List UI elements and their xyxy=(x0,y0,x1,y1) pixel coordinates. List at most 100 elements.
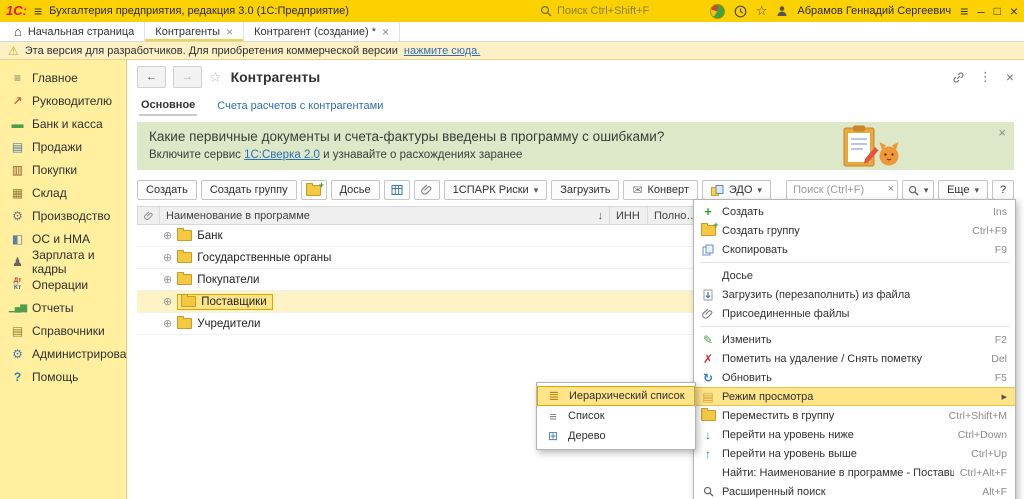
tab-counterparty-new[interactable]: Контрагент (создание) * xyxy=(244,22,400,41)
bank-icon xyxy=(10,116,25,131)
menu-item-move-to-group[interactable]: Переместить в группуCtrl+Shift+M xyxy=(694,406,1015,425)
close-promo-icon[interactable] xyxy=(998,125,1006,140)
dropdown-caret-icon xyxy=(924,184,929,196)
envelope-icon xyxy=(632,183,642,197)
sidebar-item-purchases[interactable]: Покупки xyxy=(0,158,126,181)
submenu-item-list[interactable]: Список xyxy=(537,406,695,426)
nav-link-settlement-accounts[interactable]: Счета расчетов с контрагентами xyxy=(217,100,383,112)
attachment-column-header[interactable] xyxy=(138,207,160,224)
menu-item-load-from-file[interactable]: Загрузить (перезаполнить) из файла xyxy=(694,285,1015,304)
expand-icon[interactable] xyxy=(163,273,172,286)
tab-counterparties[interactable]: Контрагенты xyxy=(145,22,244,41)
close-tab-icon[interactable] xyxy=(382,25,389,39)
create-group-button[interactable]: Создать группу xyxy=(201,180,297,200)
buy-version-link[interactable]: нажмите сюда. xyxy=(404,45,480,57)
sidebar-item-warehouse[interactable]: Склад xyxy=(0,181,126,204)
production-icon xyxy=(10,208,25,223)
close-window-icon[interactable] xyxy=(1010,3,1018,19)
attachments-button[interactable] xyxy=(414,180,440,200)
sidebar-item-salary[interactable]: Зарплата и кадры xyxy=(0,250,126,273)
page-header: Контрагенты xyxy=(127,60,1024,94)
menu-item-mark-deletion[interactable]: Пометить на удаление / Снять пометкуDel xyxy=(694,349,1015,368)
expand-icon[interactable] xyxy=(163,295,172,308)
search-input[interactable] xyxy=(786,180,898,200)
search-icon xyxy=(540,5,552,17)
favorites-icon[interactable] xyxy=(756,3,768,19)
expand-icon[interactable] xyxy=(163,317,172,330)
favorite-star-icon[interactable] xyxy=(209,69,222,86)
main-menu-icon[interactable] xyxy=(34,3,42,19)
sidebar-item-manager[interactable]: Руководителю xyxy=(0,89,126,112)
get-link-icon[interactable] xyxy=(952,71,965,84)
minimize-icon[interactable] xyxy=(977,4,984,19)
menu-item-level-up[interactable]: Перейти на уровень вышеCtrl+Up xyxy=(694,444,1015,463)
form-navigation: Основное Счета расчетов с контрагентами xyxy=(127,94,1024,118)
close-tab-icon[interactable] xyxy=(226,25,233,39)
history-icon[interactable] xyxy=(734,5,747,18)
menu-item-copy[interactable]: СкопироватьF9 xyxy=(694,240,1015,259)
back-button[interactable] xyxy=(137,66,166,88)
forward-button[interactable] xyxy=(173,66,202,88)
sidebar-item-bank[interactable]: Банк и касса xyxy=(0,112,126,135)
warning-icon xyxy=(8,44,19,58)
edit-icon xyxy=(700,333,716,347)
menu-item-find[interactable]: Найти: Наименование в программе - Постав… xyxy=(694,463,1015,482)
edo-button[interactable]: ЭДО xyxy=(702,180,771,200)
clear-search-icon[interactable] xyxy=(888,183,894,195)
paperclip-icon xyxy=(421,184,433,196)
export-table-button[interactable] xyxy=(384,180,410,200)
reports-icon xyxy=(10,300,25,315)
copy-icon xyxy=(700,243,716,257)
tab-label: Начальная страница xyxy=(28,26,134,38)
global-search[interactable]: Поиск Ctrl+Shift+F xyxy=(540,0,649,22)
create-button[interactable]: Создать xyxy=(137,180,197,200)
window-menu-icon[interactable] xyxy=(960,3,968,19)
dossier-button[interactable]: Досье xyxy=(331,180,380,200)
search-options-button[interactable] xyxy=(902,180,934,200)
menu-item-level-down[interactable]: Перейти на уровень нижеCtrl+Down xyxy=(694,425,1015,444)
more-icon[interactable] xyxy=(979,69,992,85)
close-form-icon[interactable] xyxy=(1006,69,1014,85)
load-button[interactable]: Загрузить xyxy=(551,180,619,200)
menu-item-advanced-search[interactable]: Расширенный поискAlt+F xyxy=(694,482,1015,499)
menu-item-create[interactable]: СоздатьIns xyxy=(694,202,1015,221)
menu-item-attached-files[interactable]: Присоединенные файлы xyxy=(694,304,1015,323)
titlebar-actions: Абрамов Геннадий Сергеевич xyxy=(710,3,1018,19)
tree-icon xyxy=(545,429,561,443)
sidebar-item-main[interactable]: Главное xyxy=(0,66,126,89)
submenu-item-hierarchical-list[interactable]: Иерархический список xyxy=(537,386,695,406)
view-mode-icon xyxy=(700,390,716,404)
sidebar-item-sales[interactable]: Продажи xyxy=(0,135,126,158)
create-group-icon-button[interactable] xyxy=(301,180,327,200)
spark-risks-button[interactable]: 1СПАРК Риски xyxy=(444,180,548,200)
sidebar-item-directories[interactable]: Справочники xyxy=(0,319,126,342)
menu-item-refresh[interactable]: ОбновитьF5 xyxy=(694,368,1015,387)
sidebar-item-reports[interactable]: Отчеты xyxy=(0,296,126,319)
menu-item-edit[interactable]: ИзменитьF2 xyxy=(694,330,1015,349)
column-header-name[interactable]: Наименование в программе xyxy=(160,207,610,224)
service-status-icon[interactable] xyxy=(710,4,725,19)
forward-icon xyxy=(182,71,193,83)
sidebar-item-administration[interactable]: Администрирование xyxy=(0,342,126,365)
help-button[interactable]: ? xyxy=(992,180,1014,200)
nav-link-main[interactable]: Основное xyxy=(139,97,197,116)
column-header-inn[interactable]: ИНН xyxy=(610,207,648,224)
user-name[interactable]: Абрамов Геннадий Сергеевич xyxy=(797,5,951,17)
search-icon xyxy=(908,185,919,196)
global-search-placeholder: Поиск Ctrl+Shift+F xyxy=(557,5,649,17)
menu-item-view-mode[interactable]: Режим просмотра xyxy=(694,387,1015,406)
expand-icon[interactable] xyxy=(163,251,172,264)
sverka-link[interactable]: 1С:Сверка 2.0 xyxy=(244,149,320,161)
menu-item-create-group[interactable]: Создать группуCtrl+F9 xyxy=(694,221,1015,240)
maximize-icon[interactable] xyxy=(994,4,1001,18)
list-search xyxy=(786,180,898,200)
expand-icon[interactable] xyxy=(163,229,172,242)
menu-item-dossier[interactable]: Досье xyxy=(694,266,1015,285)
envelope-button[interactable]: Конверт xyxy=(623,180,697,200)
sidebar-item-operations[interactable]: Операции xyxy=(0,273,126,296)
more-button[interactable]: Еще xyxy=(938,180,988,200)
submenu-item-tree[interactable]: Дерево xyxy=(537,426,695,446)
tab-home[interactable]: Начальная страница xyxy=(4,22,145,41)
sidebar-item-help[interactable]: Помощь xyxy=(0,365,126,388)
sidebar-item-production[interactable]: Производство xyxy=(0,204,126,227)
